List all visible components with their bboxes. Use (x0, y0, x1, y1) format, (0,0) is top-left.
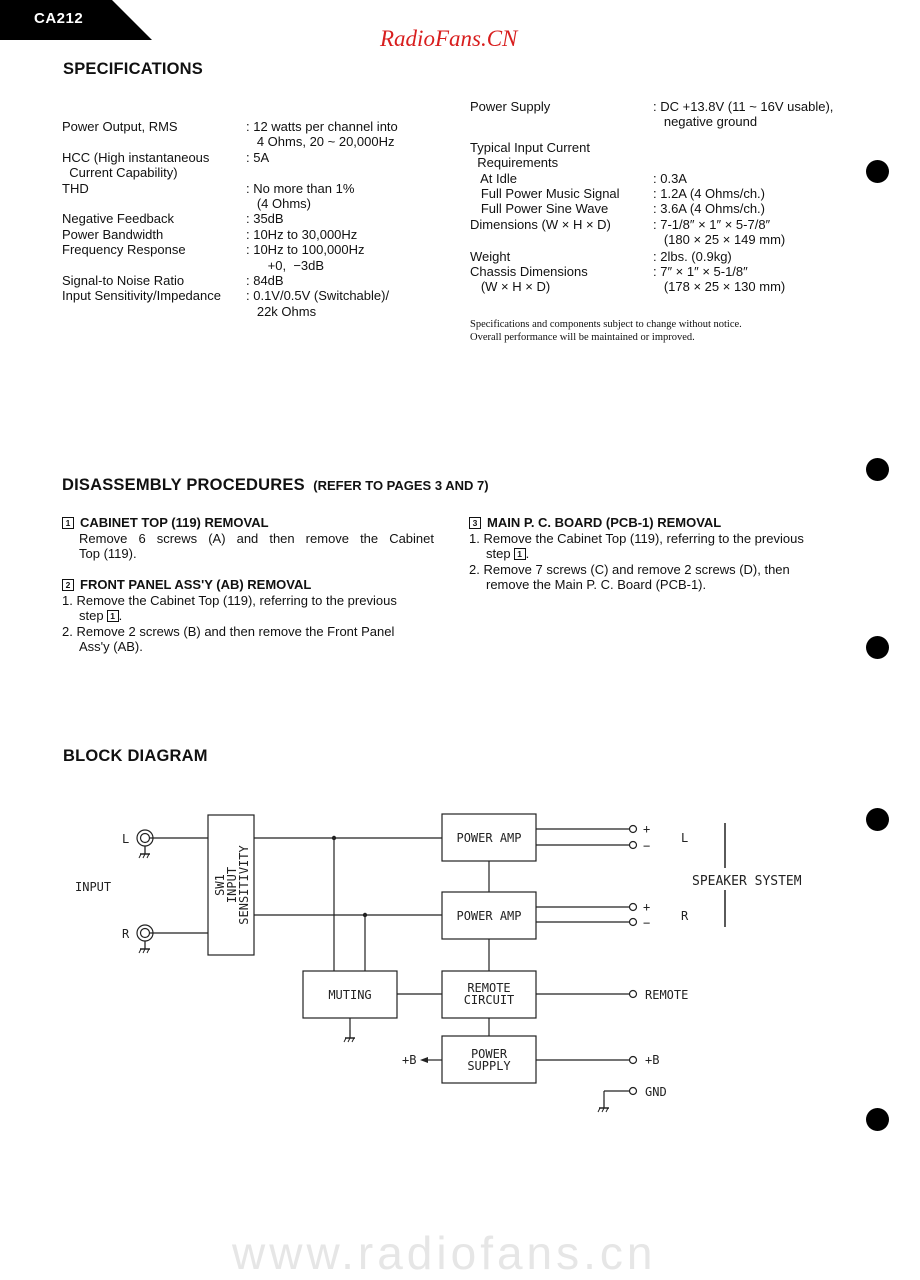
binder-hole-dot (866, 458, 889, 481)
ground-icon (138, 845, 151, 859)
minus-label: − (643, 839, 650, 853)
minus-label: − (643, 916, 650, 930)
binder-hole-dot (866, 160, 889, 183)
arrow-icon (420, 1057, 428, 1063)
speaker-right-label: R (681, 909, 689, 923)
ground-icon (343, 1029, 356, 1043)
remote-terminal-label: REMOTE (645, 988, 688, 1002)
binder-hole-dot (866, 808, 889, 831)
binder-hole-dot (866, 1108, 889, 1131)
plus-b-internal-label: +B (402, 1053, 416, 1067)
power-supply-label-2: SUPPLY (467, 1059, 511, 1073)
junction-dot (362, 912, 368, 918)
power-amp-left-label: POWER AMP (456, 831, 521, 845)
binder-hole-dot (866, 636, 889, 659)
speaker-left-label: L (681, 831, 688, 845)
block-diagram: L R INPUT SW1 INPUT SENSITIVITY POWER AM… (75, 813, 802, 1113)
junction-dot (331, 835, 337, 841)
gnd-terminal-label: GND (645, 1085, 667, 1099)
speaker-system-label: SPEAKER SYSTEM (692, 874, 802, 889)
muting-label: MUTING (328, 988, 371, 1002)
power-amp-right-label: POWER AMP (456, 909, 521, 923)
plus-b-terminal-label: +B (645, 1053, 659, 1067)
watermark-bottom: www.radiofans.cn (232, 1227, 657, 1279)
input-left-label: L (122, 832, 129, 846)
ground-icon (138, 940, 151, 954)
ground-icon (597, 1099, 610, 1113)
input-right-label: R (122, 927, 130, 941)
remote-circuit-label-2: CIRCUIT (464, 993, 515, 1007)
sw1-sensitivity-label: SENSITIVITY (237, 844, 251, 924)
input-label: INPUT (75, 880, 111, 894)
plus-label: + (643, 822, 650, 836)
plus-label: + (643, 900, 650, 914)
